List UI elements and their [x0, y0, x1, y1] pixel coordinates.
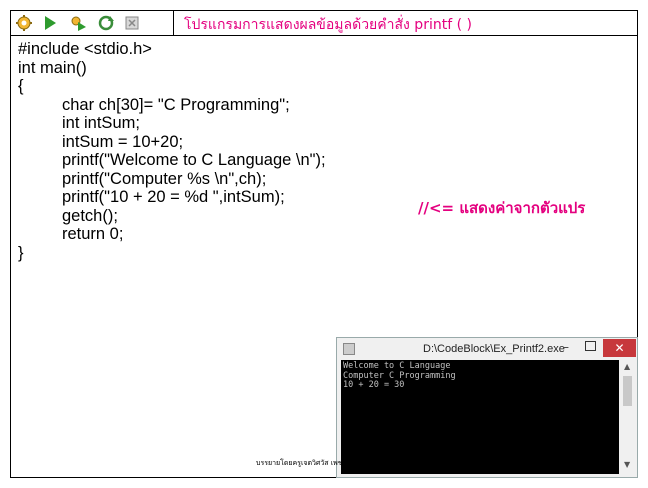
console-title: D:\CodeBlock\Ex_Printf2.exe	[423, 343, 565, 355]
code-line: {	[18, 77, 24, 95]
run-icon[interactable]	[41, 14, 59, 32]
console-window: D:\CodeBlock\Ex_Printf2.exe – ✕ Welcome …	[336, 337, 638, 478]
code-line: #include <stdio.h>	[18, 40, 152, 58]
slide-toolbar: โปรแกรมการแสดงผลข้อมูลด้วยคำสั่ง printf …	[10, 10, 638, 36]
code-line: char ch[30]= "C Programming";	[62, 95, 290, 114]
console-app-icon	[343, 343, 355, 355]
scroll-thumb[interactable]	[623, 376, 632, 406]
code-line: int intSum;	[62, 114, 140, 132]
gear-icon[interactable]	[15, 14, 33, 32]
toolbar-divider	[173, 10, 174, 36]
code-comment: //<= แสดงค่าจากตัวแปร	[418, 199, 586, 217]
build-run-icon[interactable]	[69, 14, 87, 32]
code-line: getch();	[62, 206, 118, 225]
code-line: printf("Welcome to C Language \n");	[62, 151, 326, 169]
code-line: intSum = 10+20;	[62, 132, 184, 151]
rebuild-icon[interactable]	[97, 14, 115, 32]
scroll-up-icon[interactable]: ▲	[624, 362, 630, 371]
console-output: Welcome to C Language Computer C Program…	[341, 360, 619, 474]
console-line: 10 + 20 = 30	[343, 380, 405, 390]
code-line: printf("10 + 20 = %d ",intSum);	[62, 188, 285, 206]
maximize-button[interactable]	[585, 341, 596, 351]
stop-icon[interactable]	[123, 14, 141, 32]
close-button[interactable]: ✕	[603, 339, 636, 357]
console-titlebar[interactable]: D:\CodeBlock\Ex_Printf2.exe – ✕	[337, 338, 637, 360]
code-line: return 0;	[62, 225, 124, 243]
code-listing: #include <stdio.h> int main() { char ch[…	[18, 40, 326, 262]
code-line: printf("Computer %s \n",ch);	[62, 169, 267, 188]
code-line: }	[18, 243, 24, 262]
console-scrollbar[interactable]: ▲ ▼	[620, 360, 635, 474]
slide-title: โปรแกรมการแสดงผลข้อมูลด้วยคำสั่ง printf …	[184, 17, 472, 33]
scroll-down-icon[interactable]: ▼	[624, 460, 630, 469]
credit-text: บรรยายโดยครูเจตวิศวัส เพชรนิล	[256, 459, 356, 467]
code-line: int main()	[18, 58, 87, 77]
minimize-button[interactable]: –	[563, 340, 569, 354]
